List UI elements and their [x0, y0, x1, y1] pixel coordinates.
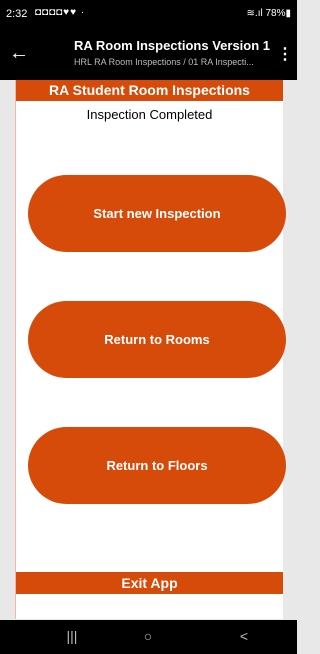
recent-apps-icon[interactable]: ||| [57, 628, 87, 644]
app-title: RA Room Inspections Version 1 [74, 38, 271, 53]
battery-signal-indicator: ≋.ıl 78%▮ [246, 8, 291, 19]
app-bar: ← RA Room Inspections Version 1 HRL RA R… [0, 28, 297, 80]
start-new-inspection-button[interactable]: Start new Inspection [28, 175, 286, 252]
status-time: 2:32 [6, 8, 28, 20]
inspection-status-text: Inspection Completed [86, 107, 213, 122]
screen-header: RA Student Room Inspections [16, 80, 283, 101]
more-options-icon[interactable]: ⋮ [275, 40, 295, 70]
exit-app-button[interactable]: Exit App [16, 572, 283, 594]
notification-icons: ◘◘◘◘♥♥ · [35, 7, 86, 18]
status-bar: 2:32 ◘◘◘◘♥♥ · ≋.ıl 78%▮ [0, 0, 297, 28]
nav-back-icon[interactable]: < [229, 628, 259, 644]
app-screen: RA Student Room Inspections Inspection C… [15, 80, 286, 619]
home-icon[interactable]: ○ [133, 628, 163, 644]
return-to-floors-button[interactable]: Return to Floors [28, 427, 286, 504]
back-arrow-icon[interactable]: ← [4, 38, 34, 68]
return-to-rooms-button[interactable]: Return to Rooms [28, 301, 286, 378]
app-breadcrumb: HRL RA Room Inspections / 01 RA Inspecti… [74, 57, 254, 67]
system-nav-bar: ||| ○ < [0, 620, 297, 654]
